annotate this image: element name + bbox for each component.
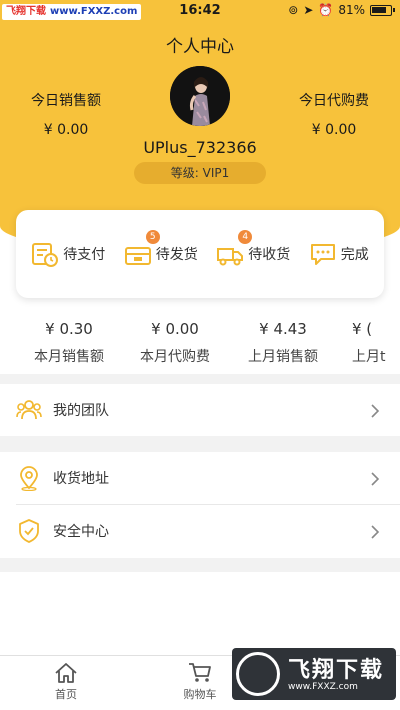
- order-badge: 5: [145, 230, 160, 244]
- watermark-circle-icon: [236, 652, 280, 696]
- truck-icon: 4: [216, 230, 253, 268]
- stat-label: 本月代购费: [140, 349, 210, 365]
- menu-label: 安全中心: [53, 524, 109, 540]
- chevron-right-icon: [371, 524, 380, 539]
- section-gap: [0, 436, 400, 452]
- location-icon: [16, 465, 42, 492]
- today-purchase-label: 今日代购费: [299, 93, 369, 109]
- username: UPlus_732366: [143, 138, 257, 157]
- watermark-logo: 飞翔下载 www.FXXZ.com: [232, 648, 396, 700]
- stat-label: 上月销售额: [248, 349, 318, 365]
- today-sales-label: 今日销售额: [31, 93, 101, 109]
- today-purchase-value: ¥ 0.00: [311, 122, 357, 138]
- shield-icon: [16, 518, 42, 544]
- menu-my-team[interactable]: 我的团队: [0, 384, 400, 436]
- stat-value: ¥ 0.30: [45, 320, 93, 338]
- avatar[interactable]: [170, 66, 230, 126]
- watermark-url: www.FXXZ.com: [288, 682, 358, 692]
- nav-home[interactable]: 首页: [26, 662, 106, 702]
- page-title: 个人中心: [166, 37, 234, 57]
- pending-shipment-icon: 5: [124, 230, 160, 268]
- stat-last-month-sales: ¥ 4.43 上月销售额: [228, 320, 338, 366]
- today-purchase-fee: 今日代购费 ¥ 0.00: [264, 90, 400, 138]
- order-pending-payment[interactable]: 待支付: [31, 240, 105, 268]
- order-pending-receipt[interactable]: 4 待收货: [216, 230, 291, 268]
- stat-this-month-sales: ¥ 0.30 本月销售额: [14, 320, 124, 366]
- order-label: 待发货: [155, 247, 198, 263]
- level-badge: 等级: VIP1: [134, 162, 266, 184]
- menu-label: 我的团队: [53, 403, 109, 419]
- stat-label: 本月销售额: [34, 349, 104, 365]
- team-icon: [16, 397, 42, 423]
- order-label: 待支付: [63, 247, 106, 263]
- nav-label: 首页: [55, 688, 77, 701]
- alarm-icon: ⏰: [318, 3, 334, 17]
- order-label: 待收货: [248, 247, 291, 263]
- cart-icon: [189, 663, 211, 682]
- avatar-image: [170, 66, 230, 126]
- nav-cart[interactable]: 购物车: [160, 662, 240, 702]
- orientation-lock-icon: ⊚: [288, 3, 299, 17]
- section-gap: [0, 558, 400, 572]
- order-badge: 4: [238, 230, 253, 244]
- stat-value: ¥ (: [352, 320, 373, 338]
- pending-payment-icon: [31, 240, 59, 268]
- chevron-right-icon: [371, 471, 380, 486]
- home-icon: [55, 663, 77, 683]
- section-gap: [0, 374, 400, 384]
- order-label: 完成: [340, 247, 369, 263]
- stat-value: ¥ 0.00: [151, 320, 199, 338]
- today-sales-value: ¥ 0.00: [43, 122, 89, 138]
- order-completed[interactable]: 完成: [309, 240, 369, 268]
- stat-last-month-truncated: ¥ ( 上月t: [338, 320, 400, 366]
- battery-percent: 81%: [338, 3, 365, 17]
- stat-label: 上月t: [352, 349, 386, 365]
- chevron-right-icon: [371, 403, 380, 418]
- nav-label: 购物车: [183, 688, 217, 701]
- menu-label: 收货地址: [53, 471, 109, 487]
- today-sales: 今日销售额 ¥ 0.00: [0, 90, 136, 138]
- order-status-card: 待支付 5 待发货 4 待收货 完成: [16, 210, 384, 298]
- monthly-stats: ¥ 0.30 本月销售额 ¥ 0.00 本月代购费 ¥ 4.43 上月销售额 ¥…: [0, 314, 400, 374]
- stat-value: ¥ 4.43: [259, 320, 307, 338]
- chat-bubble-icon: [309, 240, 337, 268]
- status-bar: 飞翔下载 www.FXXZ.com 16:42 ⊚ ➤ ⏰ 81%: [0, 0, 400, 22]
- order-pending-shipment[interactable]: 5 待发货: [124, 230, 198, 268]
- menu-shipping-address[interactable]: 收货地址: [0, 452, 400, 504]
- menu-security-center[interactable]: 安全中心: [0, 505, 400, 557]
- watermark-title: 飞翔下载: [288, 658, 385, 683]
- status-indicators: ⊚ ➤ ⏰ 81%: [288, 3, 395, 17]
- location-arrow-icon: ➤: [303, 3, 314, 17]
- battery-icon: [370, 4, 395, 16]
- stat-this-month-purchase: ¥ 0.00 本月代购费: [120, 320, 230, 366]
